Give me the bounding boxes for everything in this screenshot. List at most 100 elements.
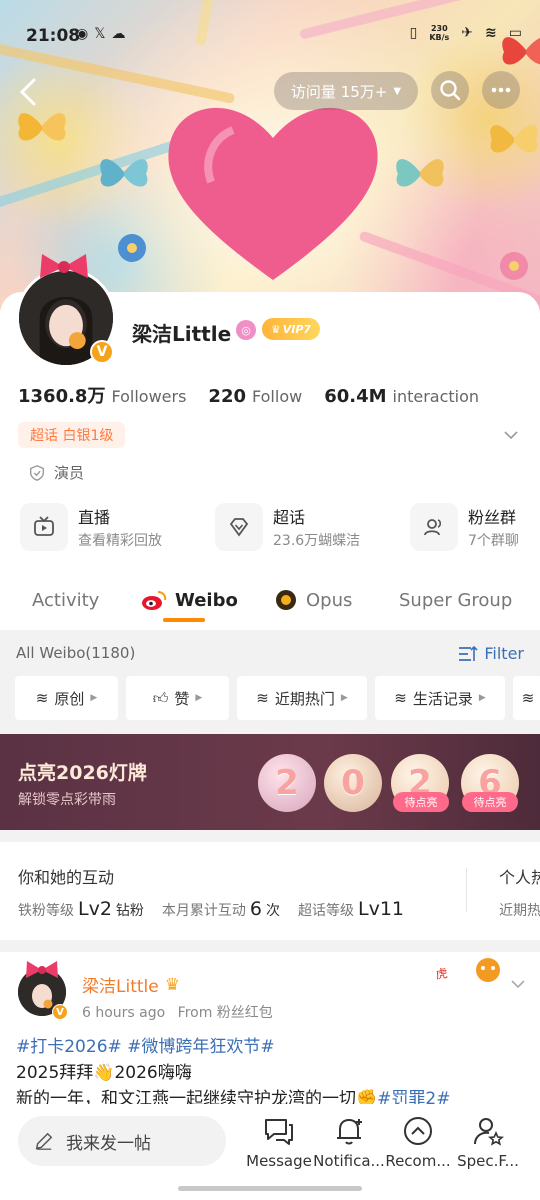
tab-label: Weibo [175, 589, 238, 611]
back-arrow-icon [19, 78, 36, 106]
role-label: 演员 [54, 464, 85, 482]
tv-icon [20, 503, 68, 551]
promo-title: 点亮2026灯牌 [18, 762, 147, 784]
active-tab-indicator [163, 618, 205, 622]
butterfly-artwork [396, 159, 444, 187]
caret-right-icon: ▶ [478, 693, 486, 703]
interaction-title: 你和她的互动 [18, 868, 115, 887]
personal-hot-sub: 近期热 [499, 903, 540, 919]
lollipop-badge-icon[interactable]: ◎ [236, 320, 256, 340]
interaction-stat[interactable]: 60.4M interaction [324, 386, 479, 407]
butterfly-artwork [490, 125, 538, 153]
caret-right-icon: ▶ [195, 693, 203, 703]
monthly-unit: 次 [266, 903, 281, 919]
quick-link-title: 超话 [273, 508, 306, 527]
vibrate-icon: ▯ [409, 25, 418, 41]
tab-super-group[interactable]: Super Group [399, 580, 512, 620]
post-menu-chevron-icon[interactable] [510, 976, 526, 992]
super-level-label: 超话等级 [298, 903, 355, 919]
search-icon [440, 80, 461, 101]
chip-original[interactable]: ≋ 原创 ▶ [15, 676, 118, 720]
back-button[interactable] [12, 74, 48, 110]
iron-fan-suffix: 钻粉 [115, 903, 144, 919]
chip-label: 近期热门 [274, 689, 335, 708]
nav-label: Notifica... [313, 1152, 385, 1170]
profile-role: 演员 [28, 462, 84, 483]
bow-decoration [26, 961, 58, 978]
layers-icon: ≋ [256, 689, 269, 707]
hashtag-link[interactable]: #打卡2026# [16, 1037, 122, 1057]
quick-link-title: 直播 [78, 508, 111, 527]
filter-label: Filter [484, 644, 524, 663]
quick-link-live[interactable]: 直播 查看精彩回放 [20, 503, 162, 551]
quick-link-fan-group[interactable]: 粉丝群 7个群聊 [410, 503, 519, 551]
expand-chevron-icon[interactable] [504, 428, 518, 442]
search-button[interactable] [431, 71, 469, 109]
tab-activity[interactable]: Activity [32, 580, 99, 620]
diamond-icon [215, 503, 263, 551]
nav-label: Recom... [385, 1152, 451, 1170]
all-weibo-count: All Weibo(1180) [16, 644, 136, 662]
followers-count: 1360.8万 [18, 386, 106, 407]
chip-like[interactable]: 👍︎ 赞 ▶ [126, 676, 229, 720]
pending-badge: 待点亮 [462, 792, 518, 812]
nav-recommend[interactable]: Recom... [382, 1114, 454, 1170]
nav-notifications[interactable]: Notifica... [313, 1114, 385, 1170]
verified-badge: V [90, 340, 114, 364]
layers-icon: ≋ [521, 689, 535, 707]
interaction-card[interactable]: 你和她的互动 铁粉等级 Lv2 钻粉 本月累计互动 6 次 超话等级 Lv11 … [0, 842, 540, 940]
follow-stat[interactable]: 220 Follow [208, 386, 302, 407]
compose-placeholder: 我来发一帖 [66, 1133, 151, 1154]
more-dots-icon [491, 87, 511, 93]
weibo-logo-icon [142, 591, 167, 610]
followers-stat[interactable]: 1360.8万 Followers [18, 382, 186, 408]
butterfly-artwork [18, 113, 66, 141]
chip-label: 原创 [54, 689, 85, 708]
chip-more[interactable]: ≋ [513, 676, 540, 720]
promo-banner[interactable]: 点亮2026灯牌 解锁零点彩带雨 2 0 2 6 [0, 734, 540, 830]
thumbs-up-icon: 👍︎ [152, 688, 169, 707]
post-body: #打卡2026# #微博跨年狂欢节# 2025拜拜👋2026嗨嗨 新的一年，和文… [16, 1034, 450, 1112]
quick-link-super-topic[interactable]: 超话 23.6万蝴蝶洁 [215, 503, 360, 551]
personal-hot-title: 个人热 [499, 868, 540, 887]
crown-icon: ♛ [164, 974, 180, 995]
monthly-label: 本月累计互动 [161, 903, 246, 919]
follow-label: Follow [252, 387, 303, 406]
bell-icon [337, 1118, 362, 1145]
tab-label: Activity [32, 589, 100, 611]
caret-right-icon: ▶ [90, 693, 98, 703]
nav-special-follow[interactable]: Spec.F... [452, 1114, 524, 1170]
more-button[interactable] [482, 71, 520, 109]
hashtag-link[interactable]: #微博跨年狂欢节# [127, 1037, 275, 1057]
post-text: 2025拜拜 [16, 1063, 94, 1083]
visits-button[interactable]: 访问量 15万+ ▼ [274, 72, 418, 110]
iron-fan-label: 铁粉等级 [18, 903, 74, 919]
post-author[interactable]: 梁洁Little ♛ [82, 972, 180, 998]
quick-link-title: 粉丝群 [468, 508, 517, 527]
tab-weibo[interactable]: Weibo [141, 580, 238, 620]
group-icon [410, 503, 458, 551]
layers-icon: ≋ [394, 689, 407, 707]
quick-link-subtitle: 23.6万蝴蝶洁 [273, 533, 361, 549]
chip-label: 生活记录 [412, 689, 473, 708]
compose-input[interactable]: 我来发一帖 [18, 1116, 226, 1166]
pencil-icon [35, 1132, 53, 1150]
promo-digit: 2 [258, 754, 316, 812]
filter-button[interactable]: Filter [458, 644, 524, 663]
followers-label: Followers [111, 387, 187, 406]
airplane-icon: ✈ [461, 25, 474, 41]
post-source: From 粉丝红包 [177, 1005, 273, 1021]
home-indicator[interactable] [178, 1186, 362, 1191]
promo-digit: 0 [324, 754, 382, 812]
profile-stats: 1360.8万 Followers 220 Follow 60.4M interact… [18, 382, 501, 408]
interaction-label: interaction [392, 387, 480, 406]
chip-life[interactable]: ≋ 生活记录 ▶ [375, 676, 505, 720]
notification-icons: ◉𝕏☁ [76, 26, 132, 42]
nav-message[interactable]: Message [243, 1114, 315, 1170]
quick-link-subtitle: 查看精彩回放 [78, 533, 162, 549]
chip-trending[interactable]: ≋ 近期热门 ▶ [237, 676, 367, 720]
tab-opus[interactable]: Opus [274, 580, 352, 620]
vip-badge[interactable]: ♛ VIP7 [262, 318, 320, 340]
super-topic-level-chip[interactable]: 超话 白银1级 [18, 422, 126, 448]
super-level-value: Lv11 [358, 898, 405, 920]
